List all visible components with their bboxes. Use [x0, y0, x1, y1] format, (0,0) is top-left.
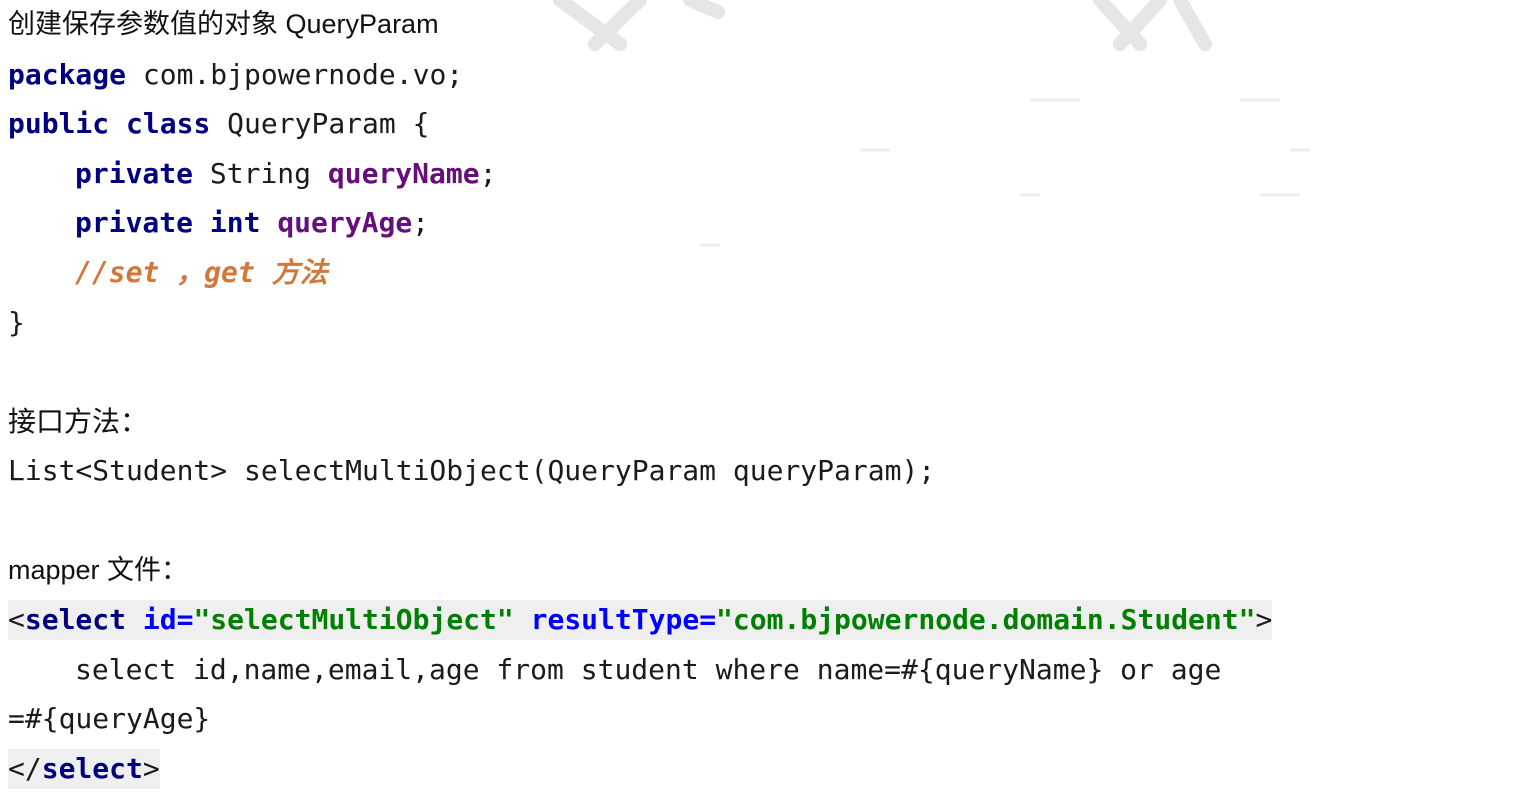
- select-open-tag: <select id="selectMultiObject" resultTyp…: [8, 600, 1273, 641]
- attr-id-equals: =: [176, 603, 194, 637]
- class-name: QueryParam {: [210, 107, 430, 141]
- sql-line-1: select id,name,email,age from student wh…: [8, 645, 1508, 695]
- field-query-age-line: private int queryAge;: [8, 198, 1508, 248]
- public-keyword: public: [8, 107, 110, 141]
- field-query-name: queryName: [327, 156, 480, 190]
- select-close-tag: </select>: [8, 748, 160, 789]
- semicolon: ;: [412, 206, 430, 240]
- sql-line-2: =#{queryAge}: [8, 702, 211, 736]
- close-tag-open-bracket: </: [8, 751, 42, 785]
- field-query-age: queryAge: [277, 206, 413, 240]
- comment-line: //set ，get 方法: [8, 248, 1508, 298]
- attr-result-type-name: resultType: [530, 603, 700, 637]
- tag-close-bracket: >: [1255, 603, 1273, 637]
- interface-label: 接口方法：: [8, 405, 149, 437]
- package-name: com.bjpowernode.vo;: [126, 57, 464, 91]
- field-type-int: int: [209, 206, 261, 240]
- package-line: package com.bjpowernode.vo;: [8, 50, 1508, 100]
- sql-text-1: select id,name,email,age from student wh…: [75, 652, 1222, 686]
- document: 创建保存参数值的对象 QueryParam package com.bjpowe…: [8, 0, 1508, 794]
- attr-result-type-value: "com.bjpowernode.domain.Student": [716, 603, 1256, 637]
- getter-setter-comment: //set ，get 方法: [75, 255, 328, 289]
- tag-name-select: select: [24, 603, 127, 637]
- close-tag-name-select: select: [41, 751, 143, 785]
- attr-result-type-equals: =: [699, 603, 717, 637]
- heading-line: 创建保存参数值的对象 QueryParam: [8, 0, 1508, 50]
- select-open-tag-line: <select id="selectMultiObject" resultTyp…: [8, 595, 1508, 645]
- class-close-line: }: [8, 298, 1508, 348]
- mapper-label: mapper 文件：: [8, 554, 189, 585]
- package-keyword: package: [8, 57, 127, 91]
- class-keyword: class: [126, 107, 211, 141]
- semicolon: ;: [479, 156, 497, 190]
- private-keyword: private: [75, 206, 194, 240]
- attr-id-value: "selectMultiObject": [193, 603, 514, 637]
- tag-open-bracket: <: [8, 603, 25, 637]
- close-tag-close-bracket: >: [142, 751, 160, 785]
- attr-id-name: id: [142, 603, 177, 637]
- field-query-name-line: private String queryName;: [8, 149, 1508, 199]
- class-declaration-line: public class QueryParam {: [8, 99, 1508, 149]
- close-brace: }: [8, 305, 25, 339]
- interface-signature: List<Student> selectMultiObject(QueryPar…: [8, 454, 936, 488]
- field-type-string: String: [193, 156, 328, 190]
- heading-class-name: QueryParam: [285, 9, 439, 39]
- private-keyword: private: [75, 156, 194, 190]
- heading-prefix: 创建保存参数值的对象: [8, 9, 278, 39]
- select-close-tag-line: </select>: [8, 744, 1508, 794]
